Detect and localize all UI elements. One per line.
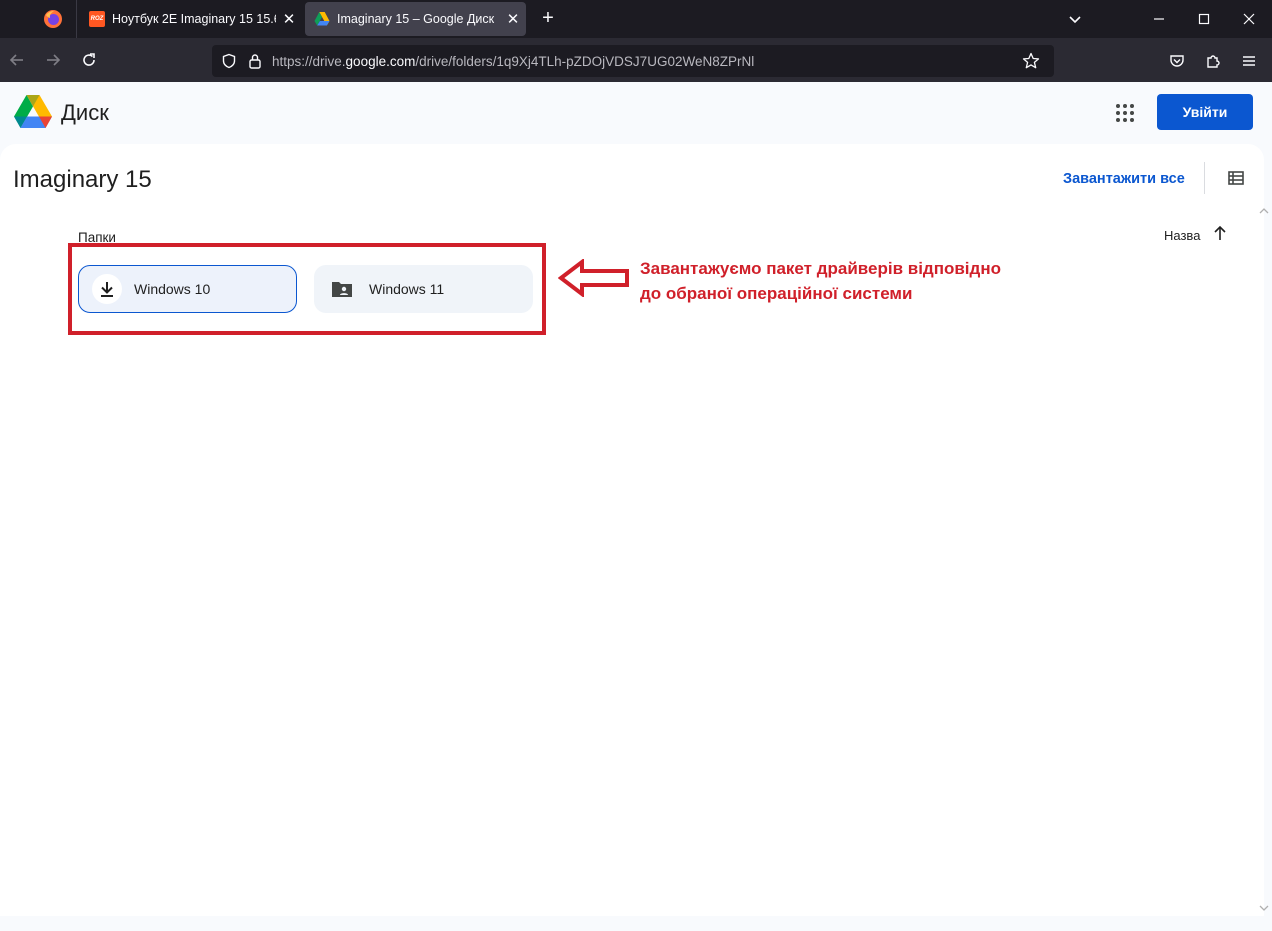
address-bar[interactable]: https://drive.google.com/drive/folders/1… xyxy=(212,45,1054,77)
tab-close-icon[interactable]: ✕ xyxy=(500,10,526,28)
annotation-text: Завантажуємо пакет драйверів відповідно … xyxy=(640,256,1060,306)
annotation-line-2: до обраної операційної системи xyxy=(640,284,913,303)
scroll-up-chevron-icon[interactable] xyxy=(1259,206,1269,216)
google-apps-grid-icon[interactable] xyxy=(1114,102,1136,124)
browser-tab-strip: ROZ Ноутбук 2E Imaginary 15 15.6" | ✕ Im… xyxy=(0,0,1272,38)
annotation-highlight-box xyxy=(68,243,546,335)
tab-close-icon[interactable]: ✕ xyxy=(276,10,302,28)
url-path: /drive/folders/1q9Xj4TLh-pZDOjVDSJ7UG02W… xyxy=(415,53,755,69)
drive-header: Диск Увійти xyxy=(0,82,1272,144)
lock-icon[interactable] xyxy=(248,53,262,69)
drive-app-name[interactable]: Диск xyxy=(61,100,109,126)
hamburger-menu-icon[interactable] xyxy=(1238,50,1260,72)
reload-icon[interactable] xyxy=(76,47,102,73)
page-bottom-strip xyxy=(0,916,1272,931)
tab-title: Ноутбук 2E Imaginary 15 15.6" | xyxy=(112,12,276,26)
annotation-arrow-icon xyxy=(558,259,629,297)
url-text: https://drive.google.com/drive/folders/1… xyxy=(272,54,754,69)
tab-google-drive[interactable]: Imaginary 15 – Google Диск ✕ xyxy=(305,2,526,36)
google-drive-favicon-icon xyxy=(314,12,330,26)
list-view-icon[interactable] xyxy=(1227,169,1245,187)
page-title: Imaginary 15 xyxy=(13,166,152,193)
scroll-down-chevron-icon[interactable] xyxy=(1259,903,1269,913)
sort-ascending-arrow-icon[interactable] xyxy=(1212,224,1228,242)
new-tab-plus-icon[interactable]: + xyxy=(537,7,559,29)
list-all-tabs-chevron-icon[interactable] xyxy=(1052,0,1098,38)
url-prefix: https://drive. xyxy=(272,53,346,69)
url-domain: google.com xyxy=(345,53,416,69)
header-divider xyxy=(1204,162,1205,194)
firefox-icon[interactable] xyxy=(43,9,63,29)
tab-title: Imaginary 15 – Google Диск xyxy=(337,12,495,26)
sign-in-button[interactable]: Увійти xyxy=(1157,94,1253,130)
extensions-puzzle-icon[interactable] xyxy=(1202,50,1224,72)
forward-arrow-icon[interactable] xyxy=(40,47,66,73)
back-arrow-icon[interactable] xyxy=(4,47,30,73)
window-minimize-icon[interactable] xyxy=(1136,0,1182,38)
tab-rozetka[interactable]: ROZ Ноутбук 2E Imaginary 15 15.6" | ✕ xyxy=(76,0,302,38)
window-maximize-icon[interactable] xyxy=(1181,0,1227,38)
pocket-icon[interactable] xyxy=(1166,50,1188,72)
window-close-icon[interactable] xyxy=(1226,0,1272,38)
tracking-protection-shield-icon[interactable] xyxy=(221,53,237,69)
download-all-button[interactable]: Завантажити все xyxy=(1063,171,1185,187)
bookmark-star-icon[interactable] xyxy=(1022,52,1040,70)
sort-by-name-button[interactable]: Назва xyxy=(1164,228,1200,243)
annotation-line-1: Завантажуємо пакет драйверів відповідно xyxy=(640,259,1001,278)
google-drive-logo-icon[interactable] xyxy=(14,95,52,129)
rozetka-favicon-icon: ROZ xyxy=(89,11,105,27)
